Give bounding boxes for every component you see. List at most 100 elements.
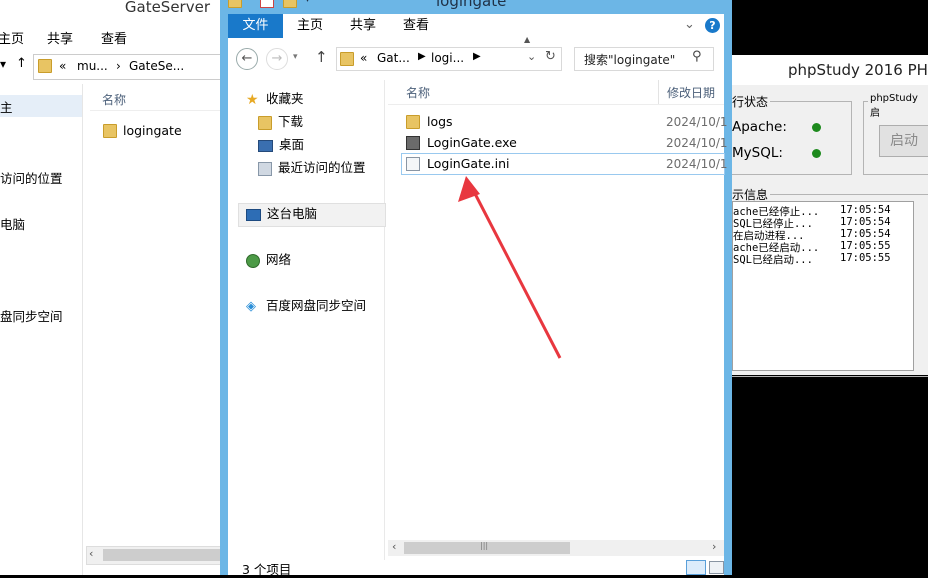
table-row[interactable]: LoginGate.exe 2024/10/1 (402, 133, 728, 153)
up-arrow-icon[interactable]: ↑ (16, 56, 27, 71)
nav-item-this-pc[interactable]: 这台电脑 (246, 203, 317, 225)
column-name[interactable]: 名称 (102, 91, 126, 108)
log-line-time: 17:05:55 (840, 252, 891, 264)
chevron-down-icon[interactable]: ▾ (305, 0, 310, 5)
scroll-thumb[interactable] (103, 549, 221, 561)
downloads-folder-icon (258, 115, 272, 130)
search-input[interactable]: 搜索"logingate" ⚲ (574, 47, 714, 71)
details-view-icon[interactable] (686, 560, 706, 575)
background-address-bar[interactable]: « mu... › GateSe... (33, 54, 222, 80)
search-icon[interactable]: ⚲ (692, 49, 702, 64)
nav-label: 桌面 (279, 137, 305, 152)
file-date: 2024/10/1 (666, 136, 728, 150)
ini-settings-icon (406, 157, 420, 171)
nav-item-recent[interactable]: 访问的位置 (0, 168, 63, 187)
nav-label: 最近访问的位置 (278, 160, 366, 175)
start-button[interactable]: 启动 (879, 125, 928, 157)
nav-label: 网络 (266, 252, 292, 267)
mysql-status-indicator (812, 149, 821, 158)
tab-view[interactable]: 查看 (396, 14, 436, 38)
file-date: 2024/10/1 (666, 157, 728, 171)
nav-item-baidu[interactable]: 盘同步空间 (0, 306, 63, 325)
file-list-pane[interactable]: 名称 修改日期 logs 2024/10/1 LoginGate.exe 202… (388, 80, 728, 560)
recent-places-icon (258, 161, 272, 176)
up-button[interactable]: ↑ (315, 48, 328, 66)
log-line-time: 17:05:55 (840, 240, 891, 252)
address-separator-icon[interactable]: ▶ (473, 51, 481, 62)
log-line-time: 17:05:54 (840, 216, 891, 228)
tab-share[interactable]: 共享 (47, 28, 73, 47)
list-item[interactable]: logingate (103, 122, 222, 140)
address-crumb[interactable]: GateSe... (129, 59, 184, 73)
forward-button[interactable]: → (266, 48, 288, 70)
folder-icon (38, 59, 52, 73)
large-icons-view-icon[interactable] (709, 561, 724, 574)
folder-icon (406, 115, 420, 129)
log-line-time: 17:05:54 (840, 228, 891, 240)
nav-item-downloads[interactable]: 下载 (258, 111, 303, 133)
background-horizontal-scrollbar[interactable]: ‹ (86, 546, 222, 565)
column-header[interactable]: 名称 修改日期 (388, 80, 724, 105)
tab-home[interactable]: 主页 (290, 14, 330, 38)
file-name: LoginGate.exe (427, 135, 517, 150)
folder-icon (103, 124, 117, 138)
nav-item-desktop[interactable]: 桌面 (258, 134, 304, 156)
mode-group: phpStudy 启 启动 (863, 93, 928, 175)
baidu-cloud-icon: ◈ (246, 298, 256, 314)
background-explorer-window[interactable]: GateServer 主页 共享 查看 ▾ ↑ « mu... › GateSe… (0, 0, 222, 575)
help-icon[interactable]: ? (705, 18, 720, 33)
tab-view[interactable]: 查看 (101, 28, 127, 47)
nav-label: 下载 (278, 114, 304, 129)
nav-label: 百度网盘同步空间 (266, 298, 367, 313)
nav-item-baidu-sync[interactable]: ◈ 百度网盘同步空间 (246, 295, 366, 317)
column-name[interactable]: 名称 (406, 84, 430, 101)
main-window-titlebar: ▾ logingate (220, 0, 732, 14)
background-nav-pane (0, 84, 83, 575)
address-bar[interactable]: « Gat... ▶ logi... ▶ ⌄ ↻ (336, 47, 562, 71)
properties-icon[interactable] (260, 0, 274, 8)
collapse-ribbon-icon[interactable]: ⌄ (684, 17, 695, 32)
log-list[interactable]: ache已经停止... 17:05:54 SQL已经停止... 17:05:54… (732, 201, 914, 371)
log-line-text: SQL已经启动... (733, 254, 813, 266)
log-line-time: 17:05:54 (840, 204, 891, 216)
background-window-title: GateServer (124, 0, 210, 16)
address-separator-icon: › (116, 59, 121, 73)
background-column-header[interactable]: 名称 (90, 88, 222, 111)
nav-item-network[interactable]: 网络 (246, 249, 291, 271)
file-date: 2024/10/1 (666, 115, 728, 129)
navigation-pane[interactable]: ★ 收藏夹 下载 桌面 最近访问的位置 这台电脑 网络 ◈ 百度网盘同步空间 (228, 80, 386, 560)
recent-locations-icon[interactable]: ▾ (293, 52, 298, 62)
tab-share[interactable]: 共享 (343, 14, 383, 38)
back-arrow-icon[interactable]: ▾ (0, 57, 6, 71)
tab-home-partial[interactable]: 主页 (0, 28, 24, 47)
nav-item-pc[interactable]: 电脑 (0, 214, 25, 233)
nav-item-recent[interactable]: 最近访问的位置 (258, 157, 366, 179)
address-separator-icon[interactable]: ▶ (418, 51, 426, 62)
address-overflow[interactable]: « (360, 51, 367, 65)
refresh-icon[interactable]: ↻ (545, 49, 556, 64)
address-crumb-gateserver[interactable]: Gat... (377, 51, 410, 65)
background-nav-selection: 主 (0, 95, 82, 117)
search-placeholder: 搜索"logingate" (584, 53, 676, 67)
nav-item-partial[interactable]: 主 (0, 97, 13, 116)
nav-label: 收藏夹 (266, 91, 304, 106)
folder-icon (228, 0, 242, 8)
phpstudy-window[interactable]: phpStudy 2016 PH 行状态 Apache: MySQL: phpS… (730, 55, 928, 377)
address-crumb-logingate[interactable]: logi... (431, 51, 464, 65)
computer-icon (246, 208, 261, 221)
nav-item-favorites[interactable]: ★ 收藏夹 (246, 88, 304, 110)
star-icon: ★ (246, 91, 259, 108)
scroll-right-icon[interactable]: › (712, 540, 716, 553)
column-date-modified[interactable]: 修改日期 (667, 84, 715, 101)
new-folder-icon[interactable] (283, 0, 297, 8)
back-button[interactable]: ← (236, 48, 258, 70)
scroll-left-icon[interactable]: ‹ (392, 540, 396, 553)
tab-file[interactable]: 文件 (228, 14, 283, 38)
horizontal-scrollbar[interactable]: ‹ ||| › (388, 540, 724, 556)
scroll-left-icon[interactable]: ‹ (89, 547, 93, 560)
main-explorer-window[interactable]: ▾ logingate 文件 主页 共享 查看 ⌄ ? ← → ▾ ↑ « Ga… (220, 0, 732, 577)
table-row[interactable]: logs 2024/10/1 (402, 112, 728, 132)
column-separator[interactable] (658, 80, 659, 104)
address-dropdown-icon[interactable]: ⌄ (527, 50, 536, 63)
address-crumb[interactable]: mu... (77, 59, 108, 73)
